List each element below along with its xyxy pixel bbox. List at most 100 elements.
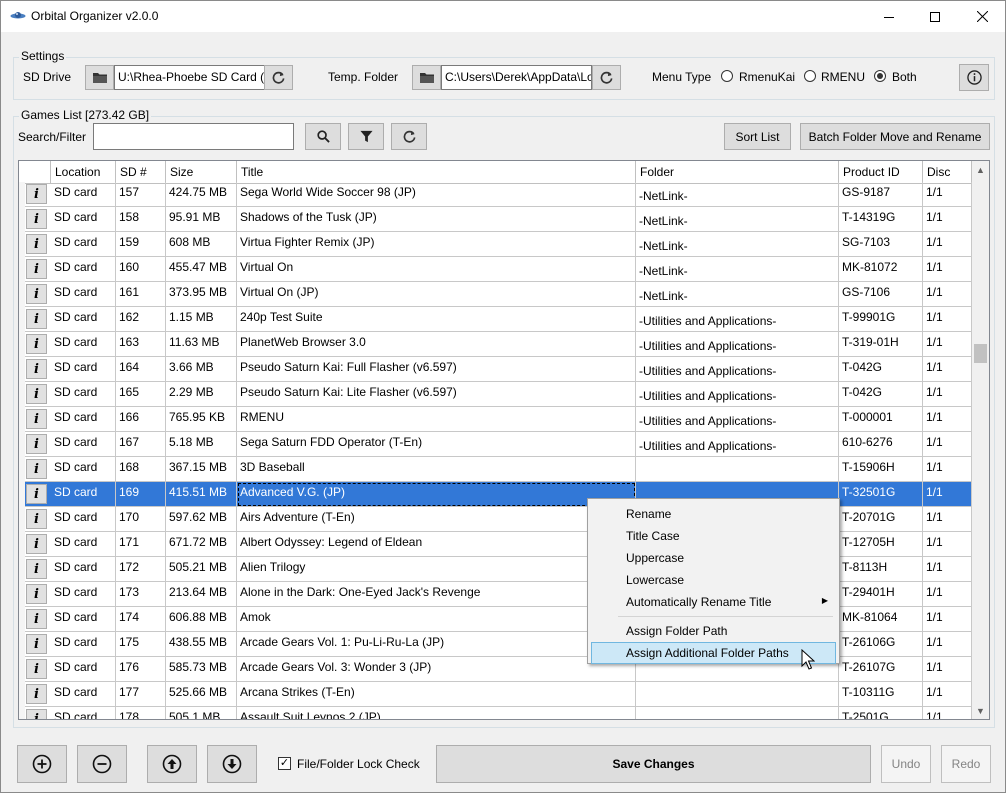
menu-type-both-label[interactable]: Both bbox=[892, 70, 917, 84]
cell-title[interactable]: Amok bbox=[237, 607, 636, 632]
cell-sd-number[interactable]: 176 bbox=[116, 657, 166, 682]
cell-disc[interactable]: 1/1 bbox=[923, 432, 972, 457]
header-sd-number[interactable]: SD # bbox=[116, 161, 166, 183]
header-disc[interactable]: Disc bbox=[923, 161, 972, 183]
info-icon[interactable]: i bbox=[26, 309, 47, 329]
cell-folder[interactable] bbox=[636, 457, 839, 482]
close-button[interactable] bbox=[959, 1, 1005, 32]
table-row[interactable]: i SD card 163 11.63 MB PlanetWeb Browser 3.0… bbox=[19, 332, 972, 357]
row-header[interactable] bbox=[19, 182, 25, 207]
cell-location[interactable]: SD card bbox=[51, 407, 116, 432]
cell-folder[interactable] bbox=[636, 682, 839, 707]
cell-size[interactable]: 606.88 MB bbox=[166, 607, 237, 632]
row-header[interactable] bbox=[19, 207, 25, 232]
cell-size[interactable]: 505.21 MB bbox=[166, 557, 237, 582]
info-icon[interactable]: i bbox=[26, 484, 47, 504]
cell-size[interactable]: 765.95 KB bbox=[166, 407, 237, 432]
filter-button[interactable] bbox=[348, 123, 384, 150]
table-row[interactable]: i SD card 164 3.66 MB Pseudo Saturn Kai: Ful… bbox=[19, 357, 972, 382]
table-row[interactable]: i SD card 165 2.29 MB Pseudo Saturn Kai: Lit… bbox=[19, 382, 972, 407]
cell-disc[interactable]: 1/1 bbox=[923, 232, 972, 257]
info-icon[interactable]: i bbox=[26, 584, 47, 604]
info-icon[interactable]: i bbox=[26, 509, 47, 529]
cell-title[interactable]: RMENU bbox=[237, 407, 636, 432]
context-menu-item[interactable]: Lowercase bbox=[591, 569, 836, 591]
cell-sd-number[interactable]: 161 bbox=[116, 282, 166, 307]
temp-folder-refresh-button[interactable] bbox=[592, 65, 621, 90]
cell-size[interactable]: 505.1 MB bbox=[166, 707, 237, 719]
cell-title[interactable]: Airs Adventure (T-En) bbox=[237, 507, 636, 532]
cell-product-id[interactable]: T-042G bbox=[839, 357, 923, 382]
cell-product-id[interactable]: T-14319G bbox=[839, 207, 923, 232]
cell-title[interactable]: Arcade Gears Vol. 1: Pu-Li-Ru-La (JP) bbox=[237, 632, 636, 657]
cell-folder[interactable]: -NetLink- bbox=[636, 182, 839, 207]
search-input[interactable] bbox=[93, 123, 294, 150]
info-icon[interactable]: i bbox=[26, 434, 47, 454]
cell-size[interactable]: 373.95 MB bbox=[166, 282, 237, 307]
cell-size[interactable]: 525.66 MB bbox=[166, 682, 237, 707]
cell-product-id[interactable]: T-10311G bbox=[839, 682, 923, 707]
cell-sd-number[interactable]: 158 bbox=[116, 207, 166, 232]
cell-location[interactable]: SD card bbox=[51, 257, 116, 282]
row-header[interactable] bbox=[19, 482, 25, 507]
cell-disc[interactable]: 1/1 bbox=[923, 507, 972, 532]
cell-product-id[interactable]: GS-9187 bbox=[839, 182, 923, 207]
cell-sd-number[interactable]: 171 bbox=[116, 532, 166, 557]
table-row[interactable]: i SD card 157 424.75 MB Sega World Wide Socc… bbox=[19, 182, 972, 207]
cell-disc[interactable]: 1/1 bbox=[923, 257, 972, 282]
context-menu-item[interactable]: Assign Folder Path bbox=[591, 620, 836, 642]
row-header[interactable] bbox=[19, 607, 25, 632]
cell-location[interactable]: SD card bbox=[51, 207, 116, 232]
cell-size[interactable]: 367.15 MB bbox=[166, 457, 237, 482]
cell-folder[interactable]: -Utilities and Applications- bbox=[636, 432, 839, 457]
menu-type-rmenu-label[interactable]: RMENU bbox=[821, 70, 865, 84]
sd-drive-field[interactable]: U:\Rhea-Phoebe SD Card (5 bbox=[114, 65, 265, 90]
cell-size[interactable]: 415.51 MB bbox=[166, 482, 237, 507]
cell-folder[interactable]: -Utilities and Applications- bbox=[636, 382, 839, 407]
table-row[interactable]: i SD card 166 765.95 KB RMENU -Utilities and … bbox=[19, 407, 972, 432]
cell-disc[interactable]: 1/1 bbox=[923, 607, 972, 632]
cell-disc[interactable]: 1/1 bbox=[923, 557, 972, 582]
cell-product-id[interactable]: T-99901G bbox=[839, 307, 923, 332]
cell-title[interactable]: Shadows of the Tusk (JP) bbox=[237, 207, 636, 232]
cell-title[interactable]: Albert Odyssey: Legend of Eldean bbox=[237, 532, 636, 557]
info-icon[interactable]: i bbox=[26, 234, 47, 254]
cell-size[interactable]: 3.66 MB bbox=[166, 357, 237, 382]
cell-size[interactable]: 438.55 MB bbox=[166, 632, 237, 657]
cell-sd-number[interactable]: 172 bbox=[116, 557, 166, 582]
cell-product-id[interactable]: T-26106G bbox=[839, 632, 923, 657]
cell-title[interactable]: Alien Trilogy bbox=[237, 557, 636, 582]
cell-disc[interactable]: 1/1 bbox=[923, 182, 972, 207]
table-row[interactable]: i SD card 162 1.15 MB 240p Test Suite -Utilit… bbox=[19, 307, 972, 332]
cell-folder[interactable]: -NetLink- bbox=[636, 232, 839, 257]
cell-disc[interactable]: 1/1 bbox=[923, 307, 972, 332]
info-icon[interactable]: i bbox=[26, 709, 47, 719]
lock-check-label[interactable]: File/Folder Lock Check bbox=[297, 757, 420, 771]
cell-location[interactable]: SD card bbox=[51, 282, 116, 307]
cell-size[interactable]: 11.63 MB bbox=[166, 332, 237, 357]
cell-product-id[interactable]: T-20701G bbox=[839, 507, 923, 532]
cell-product-id[interactable]: T-26107G bbox=[839, 657, 923, 682]
cell-size[interactable]: 1.15 MB bbox=[166, 307, 237, 332]
cell-product-id[interactable]: T-32501G bbox=[839, 482, 923, 507]
row-header[interactable] bbox=[19, 382, 25, 407]
info-icon[interactable]: i bbox=[26, 184, 47, 204]
cell-location[interactable]: SD card bbox=[51, 532, 116, 557]
cell-size[interactable]: 5.18 MB bbox=[166, 432, 237, 457]
menu-type-both-radio[interactable] bbox=[874, 70, 886, 82]
row-header[interactable] bbox=[19, 257, 25, 282]
cell-sd-number[interactable]: 164 bbox=[116, 357, 166, 382]
cell-product-id[interactable]: T-29401H bbox=[839, 582, 923, 607]
table-row[interactable]: i SD card 160 455.47 MB Virtual On -NetLink- M… bbox=[19, 257, 972, 282]
row-header[interactable] bbox=[19, 682, 25, 707]
sort-list-button[interactable]: Sort List bbox=[724, 123, 791, 150]
cell-title[interactable]: Assault Suit Leynos 2 (JP) bbox=[237, 707, 636, 719]
cell-location[interactable]: SD card bbox=[51, 232, 116, 257]
cell-location[interactable]: SD card bbox=[51, 507, 116, 532]
cell-disc[interactable]: 1/1 bbox=[923, 357, 972, 382]
info-icon[interactable]: i bbox=[26, 559, 47, 579]
reset-filter-button[interactable] bbox=[391, 123, 427, 150]
info-icon[interactable]: i bbox=[26, 634, 47, 654]
cell-sd-number[interactable]: 175 bbox=[116, 632, 166, 657]
info-icon[interactable]: i bbox=[26, 284, 47, 304]
